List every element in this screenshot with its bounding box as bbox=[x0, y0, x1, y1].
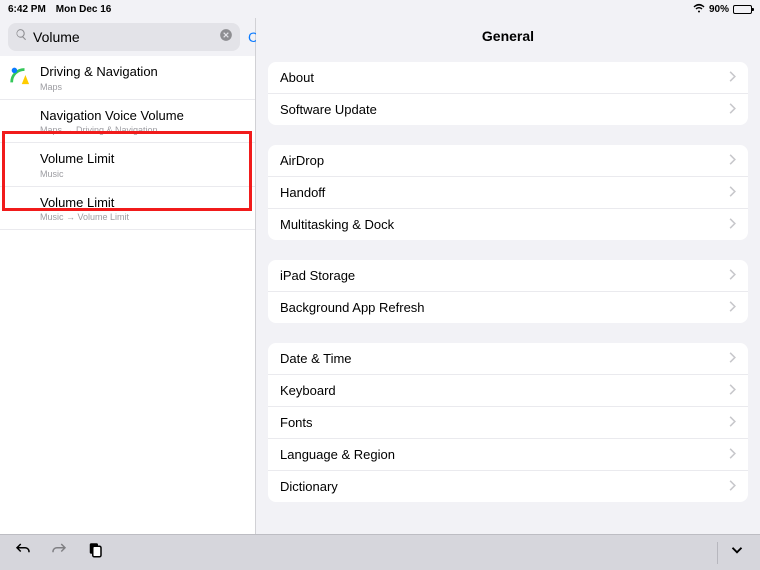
result-sub: Maps bbox=[40, 82, 245, 92]
result-nav-voice-volume[interactable]: Navigation Voice Volume Maps → Driving &… bbox=[0, 100, 255, 144]
settings-sidebar: Cancel Driving & Navigation Maps Navigat… bbox=[0, 18, 256, 534]
wifi-icon bbox=[693, 3, 705, 16]
row-label: Language & Region bbox=[280, 447, 729, 462]
row-label: Keyboard bbox=[280, 383, 729, 398]
chevron-right-icon bbox=[729, 300, 736, 315]
row-about[interactable]: About bbox=[268, 62, 748, 94]
result-driving-navigation[interactable]: Driving & Navigation Maps bbox=[0, 56, 255, 100]
group-datetime: Date & Time Keyboard Fonts Language & Re… bbox=[268, 343, 748, 502]
row-label: Dictionary bbox=[280, 479, 729, 494]
page-title: General bbox=[256, 18, 760, 62]
result-volume-limit-2[interactable]: Volume Limit Music → Volume Limit bbox=[0, 187, 255, 231]
battery-icon bbox=[733, 5, 752, 14]
chevron-right-icon bbox=[729, 447, 736, 462]
group-about: About Software Update bbox=[268, 62, 748, 125]
row-airdrop[interactable]: AirDrop bbox=[268, 145, 748, 177]
row-multitasking-dock[interactable]: Multitasking & Dock bbox=[268, 209, 748, 240]
row-language-region[interactable]: Language & Region bbox=[268, 439, 748, 471]
chevron-right-icon bbox=[729, 217, 736, 232]
chevron-down-icon[interactable] bbox=[728, 541, 746, 564]
bottom-toolbar bbox=[0, 534, 760, 570]
row-ipad-storage[interactable]: iPad Storage bbox=[268, 260, 748, 292]
result-sub: Maps → Driving & Navigation bbox=[40, 125, 245, 135]
battery-pct: 90% bbox=[709, 4, 729, 15]
result-title: Volume Limit bbox=[40, 194, 245, 212]
row-background-refresh[interactable]: Background App Refresh bbox=[268, 292, 748, 323]
search-input[interactable] bbox=[33, 29, 214, 45]
row-fonts[interactable]: Fonts bbox=[268, 407, 748, 439]
redo-icon[interactable] bbox=[50, 541, 68, 564]
maps-icon bbox=[8, 64, 30, 86]
search-box[interactable] bbox=[8, 23, 240, 51]
search-icon bbox=[15, 28, 28, 46]
chevron-right-icon bbox=[729, 479, 736, 494]
result-title: Volume Limit bbox=[40, 150, 245, 168]
chevron-right-icon bbox=[729, 383, 736, 398]
chevron-right-icon bbox=[729, 415, 736, 430]
row-label: Date & Time bbox=[280, 351, 729, 366]
clipboard-icon[interactable] bbox=[86, 541, 104, 564]
undo-icon[interactable] bbox=[14, 541, 32, 564]
clear-icon[interactable] bbox=[219, 28, 233, 47]
status-time: 6:42 PM bbox=[8, 4, 46, 15]
result-title: Navigation Voice Volume bbox=[40, 107, 245, 125]
row-label: AirDrop bbox=[280, 153, 729, 168]
row-label: About bbox=[280, 70, 729, 85]
search-results: Driving & Navigation Maps Navigation Voi… bbox=[0, 56, 255, 534]
row-label: Background App Refresh bbox=[280, 300, 729, 315]
row-handoff[interactable]: Handoff bbox=[268, 177, 748, 209]
result-volume-limit-1[interactable]: Volume Limit Music bbox=[0, 143, 255, 187]
group-airdrop: AirDrop Handoff Multitasking & Dock bbox=[268, 145, 748, 240]
chevron-right-icon bbox=[729, 185, 736, 200]
content-pane: General About Software Update AirDrop Ha… bbox=[256, 18, 760, 534]
chevron-right-icon bbox=[729, 268, 736, 283]
row-label: Handoff bbox=[280, 185, 729, 200]
chevron-right-icon bbox=[729, 70, 736, 85]
status-date: Mon Dec 16 bbox=[56, 4, 112, 15]
result-title: Driving & Navigation bbox=[40, 63, 245, 81]
chevron-right-icon bbox=[729, 153, 736, 168]
row-label: iPad Storage bbox=[280, 268, 729, 283]
chevron-right-icon bbox=[729, 351, 736, 366]
chevron-right-icon bbox=[729, 102, 736, 117]
row-label: Software Update bbox=[280, 102, 729, 117]
toolbar-divider bbox=[717, 542, 718, 564]
row-keyboard[interactable]: Keyboard bbox=[268, 375, 748, 407]
row-label: Fonts bbox=[280, 415, 729, 430]
group-storage: iPad Storage Background App Refresh bbox=[268, 260, 748, 323]
result-sub: Music → Volume Limit bbox=[40, 212, 245, 222]
row-software-update[interactable]: Software Update bbox=[268, 94, 748, 125]
row-label: Multitasking & Dock bbox=[280, 217, 729, 232]
row-date-time[interactable]: Date & Time bbox=[268, 343, 748, 375]
row-dictionary[interactable]: Dictionary bbox=[268, 471, 748, 502]
result-sub: Music bbox=[40, 169, 245, 179]
status-bar: 6:42 PM Mon Dec 16 90% bbox=[0, 0, 760, 18]
